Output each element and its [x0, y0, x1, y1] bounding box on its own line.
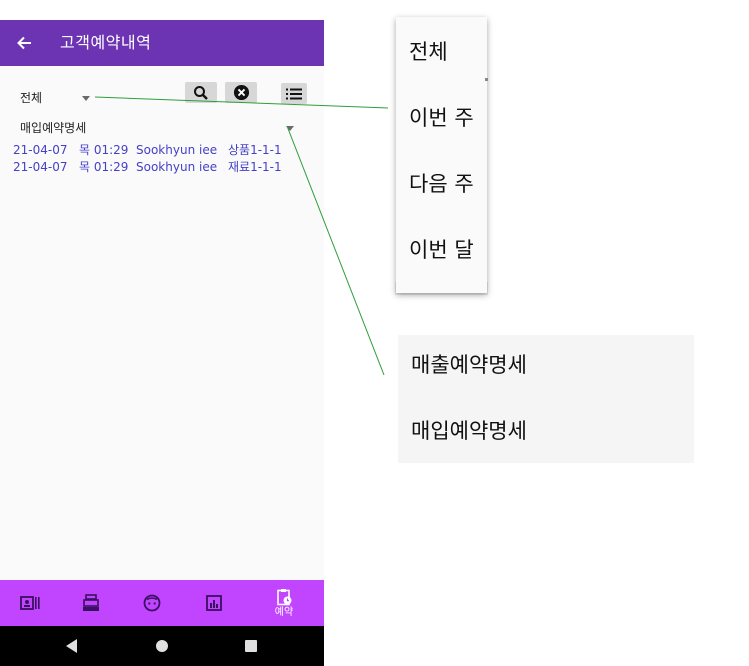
row-date: 21-04-07	[13, 160, 68, 174]
cash-register-icon	[83, 594, 99, 611]
cancel-circle-icon	[233, 84, 249, 101]
separator-mark	[485, 78, 488, 81]
period-spinner-value: 전체	[20, 91, 43, 105]
row-day-time: 목 01:29	[79, 160, 129, 174]
list-item[interactable]: 21-04-07 목 01:29 Sookhyun iee 상품1-1-1	[13, 142, 313, 159]
system-navigation-bar	[0, 626, 324, 666]
nav-item-stats[interactable]	[184, 580, 244, 626]
type-dropdown-popup: 매출예약명세 매입예약명세	[398, 335, 694, 463]
list-icon	[286, 88, 302, 99]
period-dropdown-popup: 전체 이번 주 다음 주 이번 달	[396, 17, 487, 293]
back-arrow-icon[interactable]	[12, 31, 36, 55]
system-back-icon[interactable]	[66, 639, 77, 653]
type-option-sales[interactable]: 매출예약명세	[398, 350, 694, 380]
row-item: 상품1-1-1	[228, 143, 282, 157]
row-date: 21-04-07	[13, 143, 68, 157]
system-home-icon[interactable]	[156, 640, 168, 652]
period-option-this-week[interactable]: 이번 주	[396, 103, 487, 133]
search-button[interactable]	[185, 82, 217, 103]
row-item: 재료1-1-1	[228, 160, 282, 174]
type-spinner[interactable]: 매입예약명세	[20, 119, 300, 137]
search-icon	[194, 85, 208, 100]
bottom-navigation: 예약	[0, 580, 324, 626]
type-spinner-value: 매입예약명세	[20, 121, 87, 135]
period-option-all[interactable]: 전체	[396, 37, 487, 67]
system-recents-icon[interactable]	[245, 640, 257, 652]
period-option-this-month[interactable]: 이번 달	[396, 235, 487, 265]
dropdown-caret-icon	[286, 126, 294, 131]
clipboard-clock-icon	[277, 588, 292, 605]
status-bar	[0, 0, 324, 20]
list-item[interactable]: 21-04-07 목 01:29 Sookhyun iee 재료1-1-1	[13, 159, 313, 176]
contacts-icon	[20, 596, 40, 610]
nav-item-reservation[interactable]: 예약	[254, 580, 314, 626]
nav-item-register[interactable]	[61, 580, 121, 626]
row-customer-name: Sookhyun iee	[136, 160, 218, 174]
nav-item-customer[interactable]	[122, 580, 182, 626]
clear-button[interactable]	[225, 82, 257, 103]
phone-screen: 고객예약내역 전체 매입예약명세 21-04-07 목 01:29 Sookhy…	[0, 0, 324, 666]
face-icon	[143, 594, 161, 612]
row-day-time: 목 01:29	[79, 143, 129, 157]
row-customer-name: Sookhyun iee	[136, 143, 218, 157]
content-area: 전체 매입예약명세 21-04-07 목 01:29 Sookhyun iee …	[0, 66, 324, 580]
nav-item-contacts[interactable]	[0, 580, 60, 626]
chart-icon	[206, 595, 222, 611]
period-spinner[interactable]: 전체	[20, 89, 100, 107]
nav-item-label: 예약	[274, 606, 294, 618]
dropdown-caret-icon	[82, 96, 90, 101]
app-bar: 고객예약내역	[0, 20, 324, 66]
page-title: 고객예약내역	[60, 33, 152, 52]
list-view-button[interactable]	[281, 83, 307, 104]
type-option-purchase[interactable]: 매입예약명세	[398, 416, 694, 446]
reservation-list: 21-04-07 목 01:29 Sookhyun iee 상품1-1-1 21…	[13, 142, 313, 176]
period-option-next-week[interactable]: 다음 주	[396, 169, 487, 199]
